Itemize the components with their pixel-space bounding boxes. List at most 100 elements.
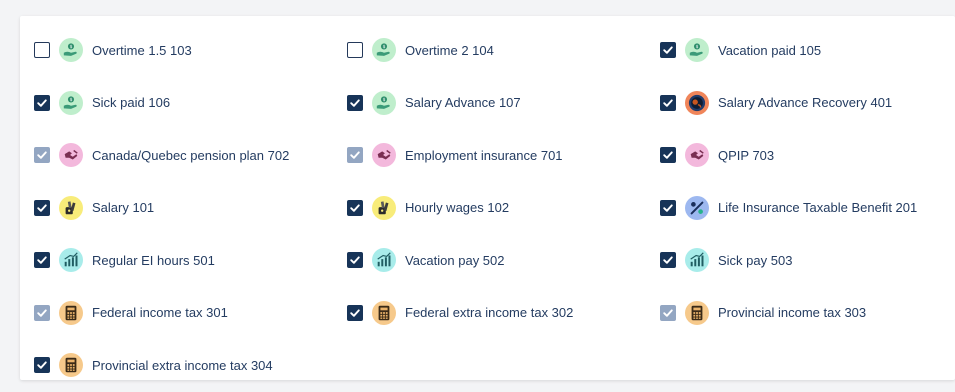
check-mark-icon — [37, 204, 47, 212]
money-hand-icon: $ — [372, 90, 396, 115]
checkbox-label[interactable]: Canada/Quebec pension plan 702 — [92, 148, 289, 163]
checkbox-item-vacation-pay-502[interactable]: Vacation pay 502 — [347, 234, 660, 287]
checkbox-checked[interactable] — [660, 94, 676, 111]
check-mark-icon — [663, 309, 673, 317]
checkbox-checked[interactable] — [347, 199, 363, 216]
checkbox-item-vacation-paid-105[interactable]: $ Vacation paid 105 — [660, 24, 955, 77]
checkbox-label[interactable]: Salary Advance 107 — [405, 95, 521, 110]
svg-text:$: $ — [383, 44, 386, 50]
svg-text:$: $ — [383, 97, 386, 103]
checkbox-item-overtime-2-104[interactable]: $ Overtime 2 104 — [347, 24, 660, 77]
checkbox-grid: $ Overtime 1.5 103 $ Overtime 2 104 $ Vacatio… — [34, 24, 955, 392]
money-hand-icon: $ — [372, 38, 396, 63]
svg-text:$: $ — [70, 44, 73, 50]
calculator-icon — [59, 300, 83, 325]
checkbox-item-employment-insurance-701: Employment insurance 701 — [347, 129, 660, 182]
checkbox-label[interactable]: Sick pay 503 — [718, 253, 792, 268]
checkbox-label[interactable]: Federal extra income tax 302 — [405, 305, 573, 320]
check-mark-icon — [663, 46, 673, 54]
checkbox-item-provincial-income-tax-303: Provincial income tax 303 — [660, 287, 955, 340]
checkbox-checked[interactable] — [34, 199, 50, 216]
money-hand-icon: $ — [685, 38, 709, 63]
check-mark-icon — [37, 151, 47, 159]
checkbox-label[interactable]: Vacation pay 502 — [405, 253, 505, 268]
svg-text:$: $ — [70, 97, 73, 103]
checkbox-item-sick-paid-106[interactable]: $ Sick paid 106 — [34, 77, 347, 130]
check-mark-icon — [37, 361, 47, 369]
checkbox-label[interactable]: Salary Advance Recovery 401 — [718, 95, 892, 110]
checkbox-item-life-insurance-taxable-benefit-201[interactable]: Life Insurance Taxable Benefit 201 — [660, 182, 955, 235]
checkbox-label[interactable]: Provincial income tax 303 — [718, 305, 866, 320]
checkbox-checked-disabled — [34, 147, 50, 164]
checkbox-label[interactable]: Federal income tax 301 — [92, 305, 228, 320]
checkbox-label[interactable]: Vacation paid 105 — [718, 43, 821, 58]
checkbox-unchecked[interactable] — [347, 42, 363, 59]
checkbox-label[interactable]: QPIP 703 — [718, 148, 774, 163]
earnings-deductions-panel: $ Overtime 1.5 103 $ Overtime 2 104 $ Vacatio… — [20, 16, 955, 380]
checkbox-checked[interactable] — [34, 94, 50, 111]
money-hand-icon: $ — [59, 90, 83, 115]
checkbox-checked-disabled — [660, 304, 676, 321]
checkbox-checked[interactable] — [347, 252, 363, 269]
checkbox-item-salary-101[interactable]: Salary 101 — [34, 182, 347, 235]
checkbox-checked[interactable] — [660, 42, 676, 59]
checkbox-checked[interactable] — [660, 252, 676, 269]
check-mark-icon — [37, 256, 47, 264]
calculator-icon — [685, 300, 709, 325]
checkbox-label[interactable]: Employment insurance 701 — [405, 148, 563, 163]
checkbox-item-hourly-wages-102[interactable]: Hourly wages 102 — [347, 182, 660, 235]
check-mark-icon — [350, 151, 360, 159]
money-bag-icon — [59, 195, 83, 220]
bar-chart-icon — [372, 248, 396, 273]
checkbox-label[interactable]: Regular EI hours 501 — [92, 253, 215, 268]
checkbox-item-federal-extra-income-tax-302[interactable]: Federal extra income tax 302 — [347, 287, 660, 340]
checkbox-label[interactable]: Salary 101 — [92, 200, 154, 215]
checkbox-checked[interactable] — [347, 94, 363, 111]
checkbox-checked[interactable] — [660, 199, 676, 216]
checkbox-checked-disabled — [347, 147, 363, 164]
checkbox-item-regular-ei-hours-501[interactable]: Regular EI hours 501 — [34, 234, 347, 287]
checkbox-item-canada-quebec-pension-plan-702: Canada/Quebec pension plan 702 — [34, 129, 347, 182]
checkbox-item-salary-advance-recovery-401[interactable]: Salary Advance Recovery 401 — [660, 77, 955, 130]
checkbox-label[interactable]: Hourly wages 102 — [405, 200, 509, 215]
checkbox-item-sick-pay-503[interactable]: Sick pay 503 — [660, 234, 955, 287]
checkbox-unchecked[interactable] — [34, 42, 50, 59]
check-mark-icon — [350, 204, 360, 212]
check-mark-icon — [663, 256, 673, 264]
handshake-icon — [685, 143, 709, 168]
check-mark-icon — [350, 99, 360, 107]
coin-return-icon — [685, 90, 709, 115]
bar-chart-icon — [59, 248, 83, 273]
checkbox-item-federal-income-tax-301: Federal income tax 301 — [34, 287, 347, 340]
check-mark-icon — [663, 204, 673, 212]
checkbox-label[interactable]: Overtime 1.5 103 — [92, 43, 192, 58]
checkbox-item-qpip-703[interactable]: QPIP 703 — [660, 129, 955, 182]
checkbox-checked[interactable] — [34, 357, 50, 374]
handshake-icon — [59, 143, 83, 168]
check-mark-icon — [350, 309, 360, 317]
calculator-icon — [59, 353, 83, 378]
svg-text:$: $ — [696, 44, 699, 50]
checkbox-item-overtime-1-5-103[interactable]: $ Overtime 1.5 103 — [34, 24, 347, 77]
calculator-icon — [372, 300, 396, 325]
money-hand-icon: $ — [59, 38, 83, 63]
checkbox-checked[interactable] — [347, 304, 363, 321]
check-mark-icon — [37, 99, 47, 107]
checkbox-label[interactable]: Life Insurance Taxable Benefit 201 — [718, 200, 917, 215]
check-mark-icon — [37, 309, 47, 317]
checkbox-checked[interactable] — [660, 147, 676, 164]
check-mark-icon — [663, 151, 673, 159]
checkbox-checked[interactable] — [34, 252, 50, 269]
money-bag-icon — [372, 195, 396, 220]
bar-chart-icon — [685, 248, 709, 273]
handshake-icon — [372, 143, 396, 168]
checkbox-label[interactable]: Sick paid 106 — [92, 95, 170, 110]
checkbox-checked-disabled — [34, 304, 50, 321]
checkbox-label[interactable]: Provincial extra income tax 304 — [92, 358, 273, 373]
checkbox-label[interactable]: Overtime 2 104 — [405, 43, 494, 58]
checkbox-item-salary-advance-107[interactable]: $ Salary Advance 107 — [347, 77, 660, 130]
percent-icon — [685, 195, 709, 220]
checkbox-item-provincial-extra-income-tax-304[interactable]: Provincial extra income tax 304 — [34, 339, 347, 392]
check-mark-icon — [663, 99, 673, 107]
check-mark-icon — [350, 256, 360, 264]
